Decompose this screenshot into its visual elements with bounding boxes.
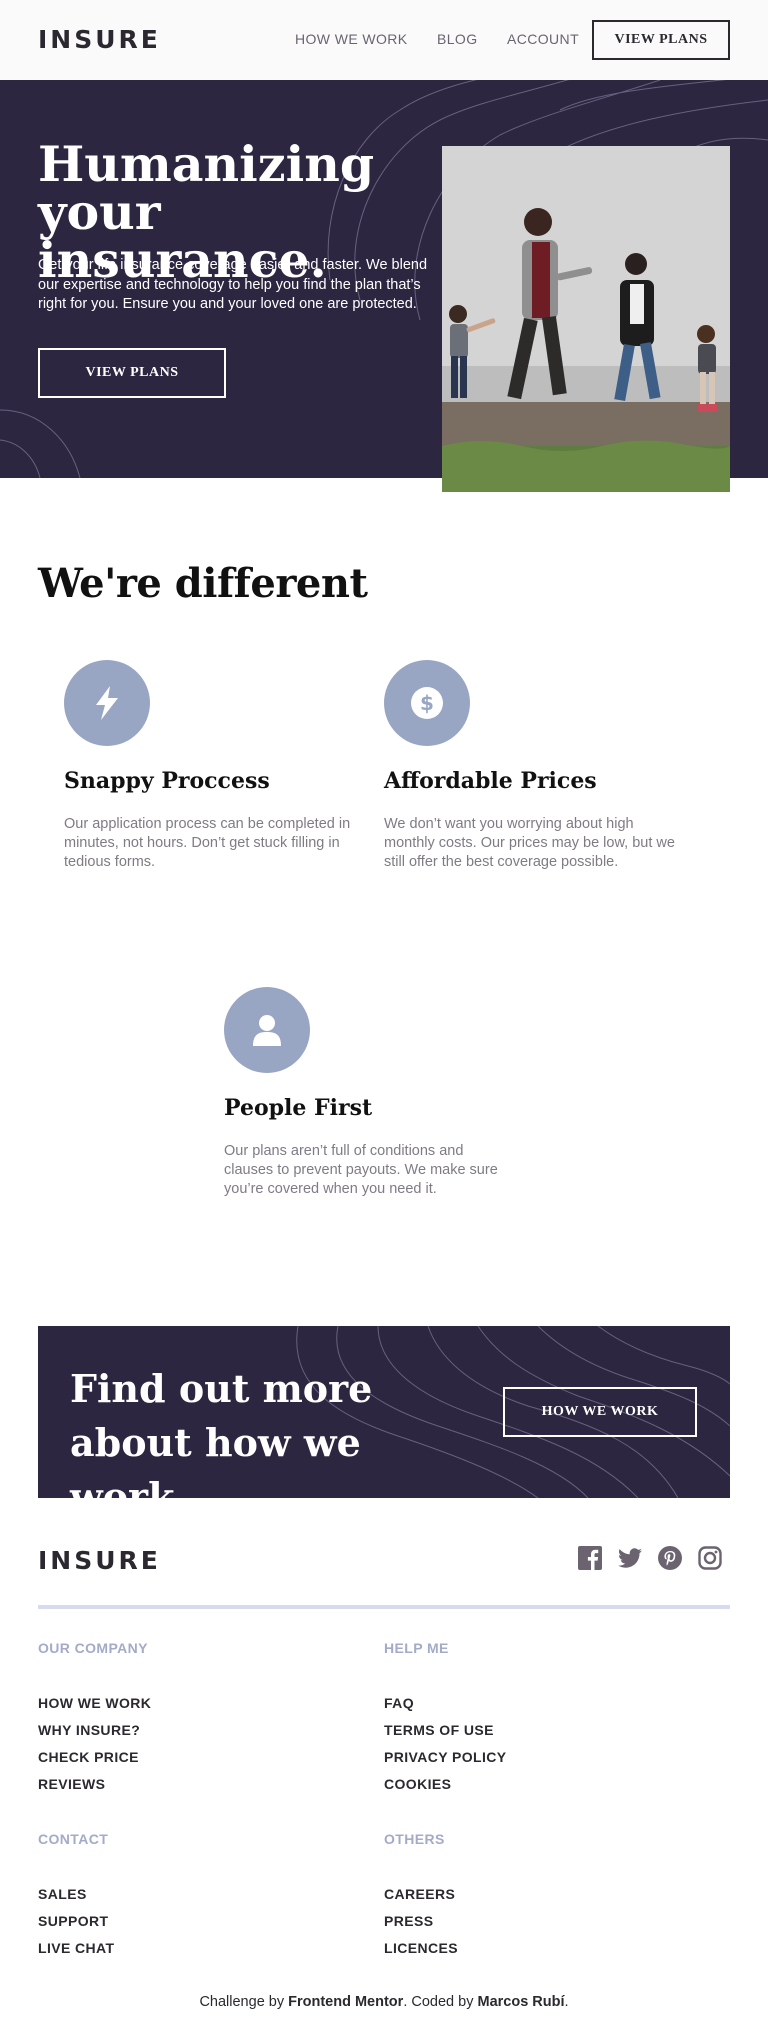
svg-text:$: $ bbox=[420, 691, 434, 715]
footer-link-live-chat[interactable]: LIVE CHAT bbox=[38, 1940, 114, 1956]
instagram-icon[interactable] bbox=[698, 1546, 722, 1570]
feature-text-people: Our plans aren’t full of conditions and … bbox=[224, 1143, 498, 1197]
feature-title-people: People First bbox=[224, 1095, 373, 1121]
family-illustration bbox=[442, 146, 730, 492]
footer-link-faq[interactable]: FAQ bbox=[384, 1695, 414, 1711]
footer-link-cookies[interactable]: COOKIES bbox=[384, 1776, 451, 1792]
frontend-mentor-link[interactable]: Frontend Mentor bbox=[288, 1994, 403, 2010]
footer-link-check-price[interactable]: CHECK PRICE bbox=[38, 1749, 139, 1765]
footer-link-why-insure[interactable]: WHY INSURE? bbox=[38, 1722, 140, 1738]
hero-description: Get your life insurance coverage easier … bbox=[38, 257, 428, 312]
section-title-different: We're different bbox=[38, 560, 368, 607]
logo[interactable]: INSURE bbox=[38, 25, 161, 54]
how-we-work-cta-button[interactable]: HOW WE WORK bbox=[503, 1387, 697, 1437]
footer-link-terms-of-use[interactable]: TERMS OF USE bbox=[384, 1722, 494, 1738]
facebook-icon[interactable] bbox=[578, 1546, 602, 1570]
footer-heading-help-me: HELP ME bbox=[384, 1640, 449, 1656]
how-we-work-cta: Find out more about how we work HOW WE W… bbox=[38, 1326, 730, 1498]
footer-divider bbox=[38, 1605, 730, 1609]
footer-link-how-we-work[interactable]: HOW WE WORK bbox=[38, 1695, 151, 1711]
dollar-icon: $ bbox=[411, 687, 443, 719]
footer-link-careers[interactable]: CAREERS bbox=[384, 1886, 455, 1902]
site-header: INSURE HOW WE WORK BLOG ACCOUNT VIEW PLA… bbox=[0, 0, 768, 80]
lightning-icon bbox=[96, 686, 118, 720]
person-icon bbox=[253, 1015, 281, 1046]
view-plans-nav-button[interactable]: VIEW PLANS bbox=[592, 20, 730, 60]
author-link[interactable]: Marcos Rubí bbox=[477, 1994, 564, 2010]
twitter-icon[interactable] bbox=[618, 1546, 642, 1570]
footer-heading-our-company: OUR COMPANY bbox=[38, 1640, 148, 1656]
hero-family-photo bbox=[442, 146, 730, 492]
people-first-icon-circle bbox=[224, 987, 310, 1073]
pinterest-icon[interactable] bbox=[658, 1546, 682, 1570]
footer-link-sales[interactable]: SALES bbox=[38, 1886, 87, 1902]
snappy-process-icon-circle bbox=[64, 660, 150, 746]
nav-how-we-work[interactable]: HOW WE WORK bbox=[295, 31, 408, 47]
feature-title-affordable: Affordable Prices bbox=[384, 768, 597, 794]
feature-text-snappy: Our application process can be completed… bbox=[64, 816, 351, 870]
footer-link-press[interactable]: PRESS bbox=[384, 1913, 433, 1929]
footer-link-licences[interactable]: LICENCES bbox=[384, 1940, 458, 1956]
footer-link-reviews[interactable]: REVIEWS bbox=[38, 1776, 105, 1792]
affordable-prices-icon-circle: $ bbox=[384, 660, 470, 746]
footer-heading-others: OTHERS bbox=[384, 1831, 445, 1847]
attribution-suffix: . bbox=[564, 1994, 569, 2010]
footer-heading-contact: CONTACT bbox=[38, 1831, 109, 1847]
cta-title: Find out more about how we work bbox=[70, 1366, 373, 1498]
feature-text-affordable: We don’t want you worrying about high mo… bbox=[384, 816, 675, 870]
attribution-middle: . Coded by bbox=[403, 1994, 478, 2010]
view-plans-hero-button[interactable]: VIEW PLANS bbox=[38, 348, 226, 398]
nav-blog[interactable]: BLOG bbox=[437, 31, 478, 47]
attribution-prefix: Challenge by bbox=[199, 1994, 289, 2010]
attribution: Challenge by Frontend Mentor. Coded by M… bbox=[0, 1994, 768, 2010]
feature-title-snappy: Snappy Proccess bbox=[64, 768, 270, 794]
nav-account[interactable]: ACCOUNT bbox=[507, 31, 579, 47]
footer-link-support[interactable]: SUPPORT bbox=[38, 1913, 108, 1929]
footer-logo[interactable]: INSURE bbox=[38, 1546, 161, 1575]
footer-link-privacy-policy[interactable]: PRIVACY POLICY bbox=[384, 1749, 507, 1765]
